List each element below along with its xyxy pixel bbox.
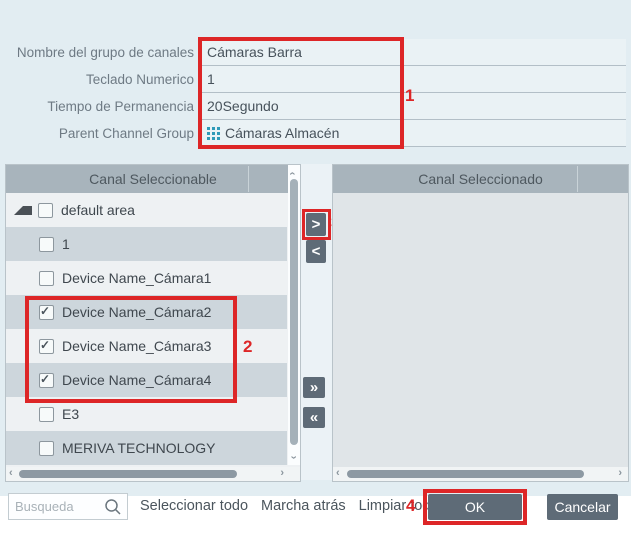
vertical-scrollbar-thumb[interactable] bbox=[290, 179, 298, 445]
checkbox-default-area[interactable] bbox=[38, 203, 53, 218]
add-selected-button[interactable]: > bbox=[306, 213, 326, 236]
group-name-input[interactable]: Cámaras Barra bbox=[200, 39, 626, 66]
numeric-keypad-label: Teclado Numerico bbox=[0, 66, 194, 93]
expand-triangle-icon[interactable] bbox=[14, 206, 32, 215]
tree-item-label: 1 bbox=[62, 236, 70, 252]
checkbox-e3[interactable] bbox=[39, 407, 54, 422]
selected-channel-panel: Canal Seleccionado ‹ › bbox=[332, 164, 629, 482]
dwell-time-value: 20Segundo bbox=[207, 93, 279, 119]
add-channel-group-dialog: Agregar grupo de Canales ✕ Nombre del gr… bbox=[0, 0, 631, 535]
header-divider bbox=[577, 166, 578, 192]
form-row-dwell-time: Tiempo de Permanencia 20Segundo bbox=[0, 93, 629, 120]
form-row-numeric-keypad: Teclado Numerico 1 bbox=[0, 66, 629, 93]
tree-item-e3[interactable]: E3 bbox=[6, 397, 287, 431]
horizontal-scrollbar[interactable]: ‹ › bbox=[333, 467, 628, 481]
form-row-parent-group: Parent Channel Group Cámaras Almacén bbox=[0, 120, 629, 147]
tree-item-1[interactable]: 1 bbox=[6, 227, 287, 261]
group-name-label: Nombre del grupo de canales bbox=[0, 39, 194, 66]
channel-group-grid-icon bbox=[207, 127, 220, 140]
footer-actions: Seleccionar todo Marcha atrás Limpiar to… bbox=[140, 493, 438, 518]
checkbox-camara2-checked[interactable] bbox=[39, 305, 54, 320]
tree-item-meriva[interactable]: MERIVA TECHNOLOGY bbox=[6, 431, 287, 465]
tree-item-label: Device Name_Cámara3 bbox=[62, 338, 211, 354]
tree-item-label: Device Name_Cámara2 bbox=[62, 304, 211, 320]
annotation-label-2: 2 bbox=[243, 337, 252, 357]
scroll-right-icon[interactable]: › bbox=[280, 468, 284, 479]
form-row-group-name: Nombre del grupo de canales Cámaras Barr… bbox=[0, 39, 629, 66]
checkbox-meriva[interactable] bbox=[39, 441, 54, 456]
search-box bbox=[8, 493, 128, 520]
selected-channel-header-label: Canal Seleccionado bbox=[418, 171, 543, 187]
parent-group-label: Parent Channel Group bbox=[0, 120, 194, 147]
parent-group-value: Cámaras Almacén bbox=[225, 120, 339, 146]
tree-item-camara4[interactable]: Device Name_Cámara4 bbox=[6, 363, 287, 397]
transfer-strip bbox=[299, 164, 332, 480]
checkbox-1[interactable] bbox=[39, 237, 54, 252]
remove-all-button[interactable]: « bbox=[303, 407, 325, 428]
remove-selected-button[interactable]: < bbox=[306, 240, 326, 263]
dwell-time-label: Tiempo de Permanencia bbox=[0, 93, 194, 120]
selectable-channel-panel: Canal Seleccionable default area 1 Devic… bbox=[5, 164, 301, 482]
tree-item-label: E3 bbox=[62, 406, 79, 422]
search-input[interactable] bbox=[9, 499, 103, 514]
select-all-link[interactable]: Seleccionar todo bbox=[140, 498, 248, 514]
horizontal-scrollbar[interactable]: ‹ › bbox=[6, 467, 300, 481]
scroll-right-icon[interactable]: › bbox=[618, 468, 622, 479]
parent-group-input[interactable]: Cámaras Almacén bbox=[200, 120, 626, 147]
vertical-scrollbar[interactable]: › › bbox=[288, 165, 300, 465]
checkbox-camara3-checked[interactable] bbox=[39, 339, 54, 354]
add-all-button[interactable]: » bbox=[303, 377, 325, 398]
tree-item-label: default area bbox=[61, 202, 135, 218]
scroll-up-icon[interactable]: › bbox=[287, 172, 298, 176]
checkbox-camara4-checked[interactable] bbox=[39, 373, 54, 388]
selectable-channel-header-label: Canal Seleccionable bbox=[89, 171, 217, 187]
scroll-left-icon[interactable]: ‹ bbox=[336, 468, 340, 479]
tree-item-default-area[interactable]: default area bbox=[6, 193, 287, 227]
header-divider bbox=[248, 166, 249, 192]
checkbox-camara1[interactable] bbox=[39, 271, 54, 286]
tree-item-camara1[interactable]: Device Name_Cámara1 bbox=[6, 261, 287, 295]
tree-item-camara2[interactable]: Device Name_Cámara2 bbox=[6, 295, 287, 329]
horizontal-scrollbar-thumb[interactable] bbox=[19, 470, 237, 478]
annotation-label-1: 1 bbox=[405, 86, 414, 106]
tree-item-label: Device Name_Cámara4 bbox=[62, 372, 211, 388]
search-icon bbox=[103, 497, 123, 517]
group-name-value: Cámaras Barra bbox=[207, 39, 302, 65]
step-back-link[interactable]: Marcha atrás bbox=[261, 498, 346, 514]
selected-channel-header: Canal Seleccionado bbox=[333, 165, 628, 193]
scroll-left-icon[interactable]: ‹ bbox=[9, 468, 13, 479]
horizontal-scrollbar-thumb[interactable] bbox=[347, 470, 584, 478]
tree-item-label: Device Name_Cámara1 bbox=[62, 270, 211, 286]
ok-button[interactable]: OK bbox=[428, 494, 522, 520]
clear-all-link[interactable]: Limpiar todo bbox=[359, 498, 439, 514]
annotation-label-4: 4 bbox=[406, 496, 415, 516]
selectable-channel-header: Canal Seleccionable bbox=[6, 165, 300, 193]
cancel-button[interactable]: Cancelar bbox=[547, 494, 618, 520]
numeric-keypad-value: 1 bbox=[207, 66, 215, 92]
scroll-down-icon[interactable]: › bbox=[287, 456, 298, 460]
tree-item-label: MERIVA TECHNOLOGY bbox=[62, 440, 216, 456]
